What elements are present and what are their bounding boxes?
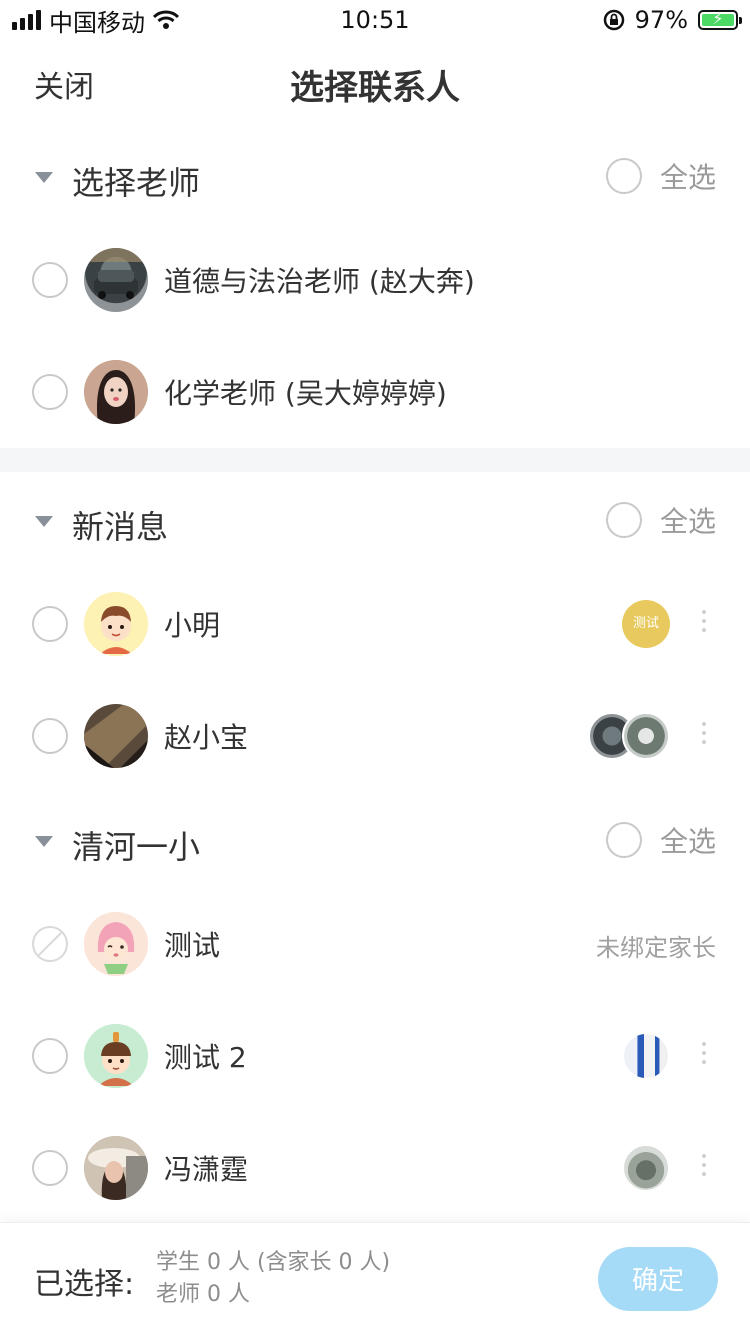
selected-label: 已选择: [34,1267,135,1302]
contact-row: 测试 未绑定家长 [0,888,750,1000]
battery-percent: 97% [634,6,688,34]
contact-name: 道德与法治老师 (赵大奔) [164,265,475,298]
selected-teachers-count: 老师 0 人 [156,1282,250,1307]
contact-row[interactable]: 测试 2 [0,1000,750,1112]
contact-name: 测试 2 [164,1041,247,1074]
select-all-label: 全选 [659,161,716,194]
contact-name: 小明 [164,609,221,642]
contact-radio[interactable] [32,262,68,298]
contact-radio[interactable] [32,374,68,410]
section-title: 新消息 [72,508,169,546]
select-all-radio[interactable] [605,502,642,538]
bottom-bar: 已选择: 学生 0 人 (含家长 0 人) 老师 0 人 确定 [0,1222,750,1335]
contact-radio[interactable] [32,1038,68,1074]
collapse-caret-icon[interactable] [35,836,53,847]
contact-radio-disabled [32,926,68,962]
select-all-toggle[interactable]: 全选 [605,500,716,540]
avatar [622,712,670,760]
selected-summary: 学生 0 人 (含家长 0 人) 老师 0 人 [156,1247,390,1311]
contact-row[interactable]: 冯潇霆 [0,1112,750,1224]
select-all-toggle[interactable]: 全选 [605,820,716,860]
contact-name: 赵小宝 [164,721,249,754]
rotation-lock-icon [603,9,624,31]
more-icon[interactable] [702,1154,706,1176]
parent-avatars [622,1032,670,1080]
parent-avatars [622,1144,670,1192]
section-header-teachers[interactable]: 选择老师 全选 [0,136,750,216]
contact-row[interactable]: 化学老师 (吴大婷婷婷) [0,336,750,448]
avatar [84,1024,148,1088]
avatar [84,360,148,424]
contact-radio[interactable] [32,1150,68,1186]
select-all-radio[interactable] [605,158,642,194]
status-right: 97% ⚡ [603,4,742,36]
avatar [622,1144,670,1192]
avatar [622,1032,670,1080]
avatar [84,248,148,312]
selected-students-count: 学生 0 人 (含家长 0 人) [156,1250,391,1275]
status-bar: 中国移动 10:51 97% ⚡ [0,0,750,40]
section-header-school[interactable]: 清河一小 全选 [0,800,750,880]
more-icon[interactable] [702,610,706,632]
avatar [84,704,148,768]
battery-icon: ⚡ [698,9,742,30]
contact-name: 测试 [164,929,221,962]
select-all-radio[interactable] [605,822,642,858]
unbound-parent-status: 未绑定家长 [596,934,716,962]
select-all-label: 全选 [659,505,716,538]
section-title: 选择老师 [72,164,201,202]
contact-row[interactable]: 道德与法治老师 (赵大奔) [0,224,750,336]
confirm-button[interactable]: 确定 [598,1247,718,1311]
contact-name: 冯潇霆 [164,1153,249,1186]
section-title: 清河一小 [72,828,201,866]
more-icon[interactable] [702,1042,706,1064]
collapse-caret-icon[interactable] [35,516,53,527]
more-icon[interactable] [702,722,706,744]
contact-radio[interactable] [32,606,68,642]
section-divider [0,448,750,472]
avatar [84,592,148,656]
contact-row[interactable]: 赵小宝 [0,680,750,792]
contact-name: 化学老师 (吴大婷婷婷) [164,377,447,410]
tag-badge: 测试 [622,600,670,648]
select-all-label: 全选 [659,825,716,858]
contact-radio[interactable] [32,718,68,754]
avatar [84,1136,148,1200]
collapse-caret-icon[interactable] [35,172,53,183]
avatar [84,912,148,976]
contact-row[interactable]: 小明 测试 [0,568,750,680]
select-all-toggle[interactable]: 全选 [605,156,716,196]
section-header-new-messages[interactable]: 新消息 全选 [0,480,750,560]
parent-avatars [588,712,670,760]
page-title: 选择联系人 [290,68,460,108]
